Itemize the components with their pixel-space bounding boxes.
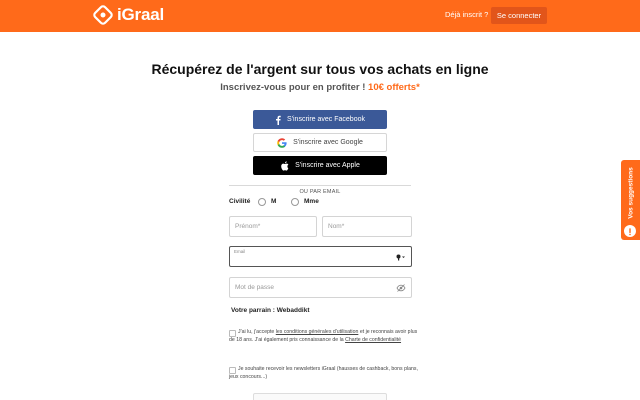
- newsletter-text: Je souhaite recevoir les newsletters iGr…: [229, 366, 418, 380]
- logo-text: iGraal: [117, 5, 164, 24]
- lastname-input[interactable]: Nom*: [322, 216, 412, 237]
- civility-label-mme: Mme: [304, 198, 319, 205]
- facebook-icon: [275, 115, 281, 125]
- google-signup-button[interactable]: S'inscrire avec Google: [253, 133, 387, 152]
- lastname-placeholder: Nom*: [328, 223, 345, 230]
- facebook-signup-button[interactable]: S'inscrire avec Facebook: [253, 110, 387, 129]
- apple-signup-button[interactable]: S'inscrire avec Apple: [253, 156, 387, 175]
- login-button[interactable]: Se connecter: [491, 7, 547, 24]
- terms-text: J'ai lu, j'accepte les conditions généra…: [229, 329, 424, 344]
- already-member-text: Déjà inscrit ?: [445, 10, 489, 19]
- igraal-logo[interactable]: iGraal: [93, 4, 164, 26]
- privacy-link[interactable]: Charte de confidentialité: [345, 337, 401, 343]
- suggestion-icon: [624, 225, 636, 237]
- email-input[interactable]: Email: [229, 246, 412, 267]
- password-placeholder: Mot de passe: [235, 284, 275, 291]
- facebook-signup-label: S'inscrire avec Facebook: [287, 116, 365, 123]
- page-subtitle: Inscrivez-vous pour en profiter ! 10€ of…: [0, 82, 640, 93]
- civility-radio-m[interactable]: [258, 198, 266, 206]
- email-label: Email: [234, 249, 246, 254]
- password-input[interactable]: Mot de passe: [229, 277, 412, 298]
- separator: OU PAR EMAIL: [0, 180, 640, 198]
- terms-link[interactable]: les conditions générales d'utilisation: [276, 329, 359, 335]
- captcha-widget[interactable]: [253, 393, 387, 400]
- civility-label: Civilité: [229, 198, 251, 205]
- page-title: Récupérez de l'argent sur tous vos achat…: [151, 61, 489, 77]
- subtitle-text: Inscrivez-vous pour en profiter !: [220, 82, 366, 93]
- firstname-placeholder: Prénom*: [235, 223, 261, 230]
- firstname-input[interactable]: Prénom*: [229, 216, 317, 237]
- key-icon[interactable]: [396, 254, 406, 261]
- terms-part1: J'ai lu, j'accepte: [238, 329, 275, 335]
- offer-highlight: 10€ offerts*: [368, 82, 420, 93]
- separator-text: OU PAR EMAIL: [295, 189, 345, 195]
- civility-label-m: M: [271, 198, 277, 205]
- top-header: iGraal Déjà inscrit ? Se connecter: [0, 0, 640, 32]
- suggestions-tab-label: Vos suggestions: [627, 167, 635, 219]
- eye-slash-icon[interactable]: [396, 284, 406, 294]
- apple-icon: [280, 160, 289, 171]
- google-icon: [277, 137, 287, 148]
- civility-radio-mme[interactable]: [291, 198, 299, 206]
- apple-signup-label: S'inscrire avec Apple: [295, 162, 360, 169]
- google-signup-label: S'inscrire avec Google: [293, 139, 363, 146]
- sponsor-text: Votre parrain : Webaddikt: [231, 307, 310, 314]
- igraal-logo-icon: [93, 5, 113, 25]
